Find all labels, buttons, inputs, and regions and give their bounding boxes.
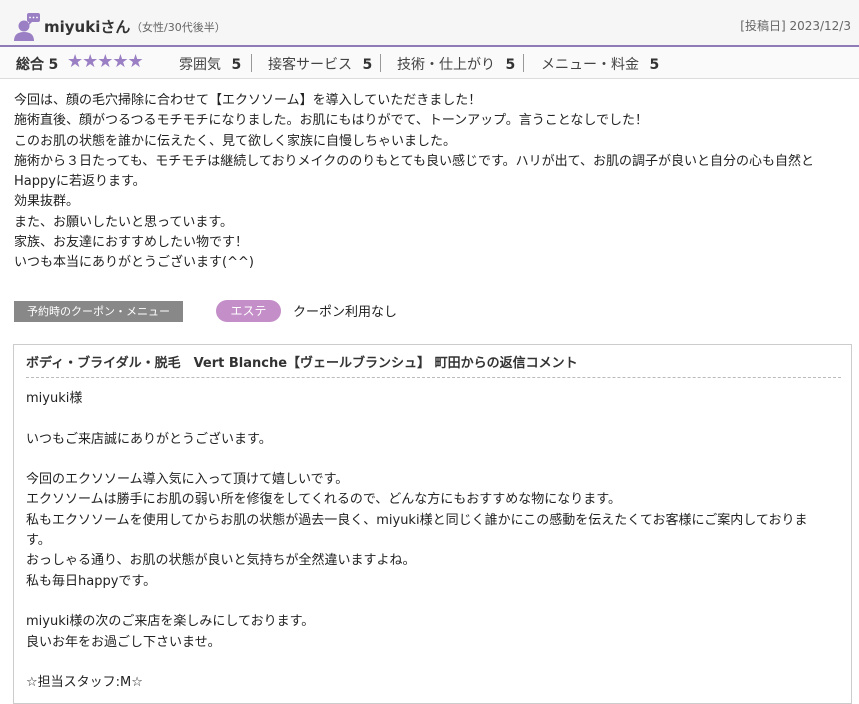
review-header: miyukiさん （女性/30代後半） [投稿日] 2023/12/3 [0, 0, 859, 47]
reply-line: おっしゃる通り、お肌の状態が良いと気持ちが全然違いますよね。 [26, 553, 416, 569]
reply-line: 今回のエクソソーム導入気に入って頂けて嬉しいです。 [26, 472, 349, 488]
reply-line [26, 409, 844, 429]
user-info: （女性/30代後半） [131, 21, 226, 34]
username: miyukiさん [44, 18, 131, 36]
reply-line: miyuki様 [26, 391, 83, 406]
overall-value: 5 [48, 57, 59, 73]
reply-line: miyuki様の次のご来店を楽しみにしております。 [26, 614, 315, 630]
rating-stars-icon: ★★★★★ [67, 51, 144, 72]
reply-line: 良いお年をお過ごし下さいませ。 [26, 634, 221, 650]
reply-line: ☆担当スタッフ:M☆ [26, 675, 143, 691]
rating-label: メニュー・料金 [541, 57, 639, 73]
review-line: 家族、お友達におすすめしたい物です！ [14, 235, 249, 251]
divider [380, 54, 381, 72]
rating-atmosphere: 雰囲気 5 [179, 54, 241, 74]
user-avatar-icon [14, 13, 40, 41]
reply-line: す。 [26, 533, 51, 549]
rating-menu-price: メニュー・料金 5 [541, 54, 659, 74]
rating-label: 技術・仕上がり [397, 57, 495, 73]
category-tag[interactable]: エステ [216, 300, 281, 322]
divider [523, 54, 524, 72]
review-line: 施術から３日たっても、モチモチは継続しておりメイクののりもとても良い感じです。ハ… [14, 153, 815, 169]
rating-value: 5 [649, 57, 660, 73]
review-line: このお肌の状態を誰かに伝えたく、見て欲しく家族に自慢しちゃいました。 [14, 133, 457, 149]
ratings-bar: 総合 5 ★★★★★ 雰囲気 5 接客サービス 5 技術・仕上がり 5 メニュー… [0, 47, 859, 79]
rating-label: 接客サービス [268, 57, 352, 73]
divider [251, 54, 252, 72]
reply-line [26, 450, 844, 470]
rating-service: 接客サービス 5 [268, 54, 372, 74]
overall-label: 総合 [16, 57, 44, 73]
rating-value: 5 [505, 57, 516, 73]
reply-line: 私もエクソソームを使用してからお肌の状態が過去一良く、miyuki様と同じく誰か… [26, 512, 808, 528]
review-line: 施術直後、顔がつるつるモチモチになりました。お肌にもはりがでて、トーンアップ。言… [14, 113, 649, 129]
coupon-value: クーポン利用なし [293, 305, 398, 320]
rating-value: 5 [362, 57, 373, 73]
posted-date: [投稿日] 2023/12/3 [740, 19, 851, 33]
review-text: 今回は、顔の毛穴掃除に合わせて【エクソソーム】を導入していただきました！ 施術直… [14, 91, 854, 274]
rating-value: 5 [231, 57, 242, 73]
overall-rating: 総合 5 [16, 54, 58, 74]
reply-line: エクソソームは勝手にお肌の弱い所を修復をしてくれるので、どんな方にもおすすめな物… [26, 492, 622, 508]
reply-body: miyuki様 いつもご来店誠にありがとうございます。 今回のエクソソーム導入気… [26, 389, 844, 693]
review-line: また、お願いしたいと思っています。 [14, 214, 234, 230]
reply-line: 私も毎日happyです。 [26, 573, 157, 589]
reply-comment-box: ボディ・ブライダル・脱毛 Vert Blanche【ヴェールブランシュ】 町田か… [13, 344, 852, 704]
reply-line: いつもご来店誠にありがとうございます。 [26, 431, 272, 447]
divider [26, 377, 841, 378]
reply-title: ボディ・ブライダル・脱毛 Vert Blanche【ヴェールブランシュ】 町田か… [26, 356, 578, 371]
review-line: いつも本当にありがとうございます(^^) [14, 255, 254, 271]
review-line: 効果抜群。 [14, 194, 80, 210]
reply-line [26, 592, 844, 612]
reply-line [26, 653, 844, 673]
review-line: 今回は、顔の毛穴掃除に合わせて【エクソソーム】を導入していただきました！ [14, 93, 482, 108]
rating-technique: 技術・仕上がり 5 [397, 54, 515, 74]
coupon-label: 予約時のクーポン・メニュー [14, 301, 183, 322]
rating-label: 雰囲気 [179, 57, 221, 73]
review-line: Happyに若返ります。 [14, 174, 146, 190]
